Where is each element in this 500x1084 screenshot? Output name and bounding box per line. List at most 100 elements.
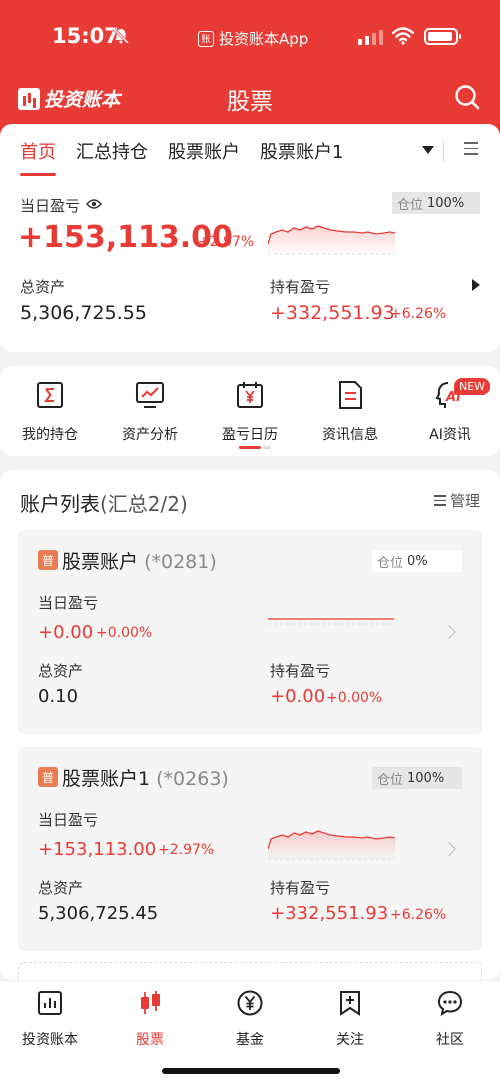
holding-pnl-percent: +6.26% [390, 306, 447, 322]
chevron-right-icon [441, 841, 457, 857]
tab-aggregate-holdings[interactable]: 汇总持仓 [76, 138, 148, 164]
home-indicator [162, 1068, 340, 1074]
total-assets-value: 0.10 [38, 686, 79, 707]
calendar-yen-icon [237, 382, 263, 408]
daily-pnl-label: 当日盈亏 [38, 594, 99, 612]
bottom-tab-ledger[interactable]: 投资账本 [5, 989, 95, 1049]
position-value: 100% [407, 770, 445, 786]
account-name-text: 股票账户 [62, 551, 139, 573]
bottom-tab-community[interactable]: 社区 [405, 989, 495, 1049]
account-list-title-text: 账户列表 [20, 492, 100, 516]
daily-pnl-label: 当日盈亏 [38, 811, 99, 829]
document-icon [339, 381, 362, 409]
position-badge: 仓位 0% [372, 550, 462, 572]
manage-label: 管理 [449, 492, 480, 510]
action-label: 我的持仓 [22, 427, 78, 443]
tab-stock-account-1[interactable]: 股票账户1 [260, 138, 343, 164]
tab-home[interactable]: 首页 [20, 138, 56, 176]
daily-pnl-percent: +2.97% [158, 842, 215, 858]
holding-pnl-percent: +0.00% [326, 690, 383, 706]
total-assets-label: 总资产 [38, 879, 84, 897]
actions-page-indicator [239, 446, 271, 449]
action-pnl-calendar[interactable]: 盈亏日历 [205, 380, 295, 444]
account-name-text: 股票账户1 [62, 768, 151, 790]
account-list-count: (汇总2/2) [100, 492, 188, 516]
holding-pnl-value: +332,551.93 [270, 302, 395, 324]
account-type-badge: 普 [38, 550, 58, 570]
yen-circle-icon [237, 990, 263, 1016]
page-title: 股票 [227, 89, 273, 115]
action-asset-analysis[interactable]: 资产分析 [105, 380, 195, 444]
expand-arrow-icon[interactable] [472, 279, 480, 291]
summary-card: 首页 汇总持仓 股票账户 股票账户1 当日盈亏 仓位 100% +153,113… [0, 124, 500, 352]
action-news[interactable]: 资讯信息 [305, 380, 395, 444]
action-label: 资讯信息 [322, 427, 378, 443]
position-label: 仓位 [397, 197, 424, 213]
bottom-tab-stocks[interactable]: 股票 [105, 989, 195, 1049]
daily-pnl-percent: +2.97% [198, 234, 255, 250]
total-assets-value: 5,306,725.45 [38, 903, 159, 924]
candlestick-icon [141, 991, 160, 1014]
chevron-right-icon [441, 624, 457, 640]
action-label: 盈亏日历 [222, 427, 278, 443]
action-label: AI资讯 [429, 427, 471, 443]
daily-trend-sparkline [268, 830, 396, 861]
account-number: (*0263) [156, 768, 229, 790]
ledger-chart-icon [38, 991, 62, 1015]
bottom-tab-label: 股票 [136, 1032, 164, 1048]
status-time: 15:07 [52, 24, 119, 48]
position-badge: 仓位 100% [372, 767, 462, 789]
daily-pnl-value: +0.00 [38, 622, 94, 643]
holding-pnl-label: 持有盈亏 [270, 278, 331, 296]
position-label: 仓位 [377, 772, 404, 788]
account-card[interactable]: 普 股票账户 (*0281) 仓位 0% 当日盈亏 +0.00 +0.00% 总… [18, 530, 482, 734]
total-assets-label: 总资产 [20, 278, 66, 296]
holding-pnl-label: 持有盈亏 [270, 879, 331, 897]
bookmark-plus-icon [340, 991, 360, 1016]
bottom-tab-label: 基金 [236, 1032, 264, 1048]
bottom-tab-label: 投资账本 [22, 1032, 78, 1048]
holding-pnl-value: +0.00 [270, 686, 326, 707]
account-type-badge: 普 [38, 767, 58, 787]
total-assets-label: 总资产 [38, 662, 84, 680]
cellular-signal-icon [358, 29, 383, 45]
daily-pnl-percent: +0.00% [96, 625, 153, 641]
bottom-tab-funds[interactable]: 基金 [205, 989, 295, 1049]
top-nav: 投资账本 股票 [0, 78, 500, 118]
battery-icon [424, 28, 461, 45]
position-label: 仓位 [377, 555, 404, 571]
wifi-icon [392, 27, 414, 45]
manage-button[interactable]: 管理 [433, 490, 480, 511]
daily-pnl-label: 当日盈亏 [20, 197, 81, 215]
account-number: (*0281) [144, 551, 217, 573]
position-value: 0% [407, 553, 428, 569]
bell-muted-icon [112, 27, 130, 45]
account-list-title: 账户列表(汇总2/2) [20, 488, 188, 517]
bottom-tab-label: 关注 [336, 1032, 364, 1048]
account-name: 股票账户 (*0281) [62, 547, 217, 574]
action-label: 资产分析 [122, 427, 178, 443]
bottom-tab-label: 社区 [436, 1032, 464, 1048]
action-my-holdings[interactable]: 我的持仓 [5, 380, 95, 444]
account-card[interactable]: 普 股票账户1 (*0263) 仓位 100% 当日盈亏 +153,113.00… [18, 747, 482, 951]
quick-actions: 我的持仓 资产分析 盈亏日历 资讯信息 Ai AI资讯 [0, 366, 500, 456]
holding-pnl-value: +332,551.93 [270, 903, 389, 924]
daily-trend-sparkline [268, 618, 394, 625]
menu-icon[interactable] [464, 142, 478, 156]
search-icon[interactable] [454, 84, 480, 110]
app-mini-icon: 账 [198, 30, 214, 47]
list-icon [433, 495, 446, 506]
bottom-tab-watchlist[interactable]: 关注 [305, 989, 395, 1049]
account-list-section: 账户列表(汇总2/2) 管理 普 股票账户 (*0281) 仓位 0% 当日盈亏… [0, 470, 500, 980]
daily-pnl-value: +153,113.00 [38, 839, 157, 860]
chat-bubble-icon [437, 990, 463, 1017]
tab-stock-account[interactable]: 股票账户 [168, 138, 240, 164]
eye-icon[interactable] [86, 198, 102, 210]
holding-pnl-label: 持有盈亏 [270, 662, 331, 680]
account-tabs: 首页 汇总持仓 股票账户 股票账户1 [20, 138, 480, 176]
new-badge: NEW [454, 378, 491, 395]
daily-trend-sparkline [268, 225, 396, 256]
tabs-dropdown-icon[interactable] [422, 146, 434, 154]
status-app-label: 账 投资账本App [198, 28, 308, 49]
holding-pnl-percent: +6.26% [390, 907, 447, 923]
